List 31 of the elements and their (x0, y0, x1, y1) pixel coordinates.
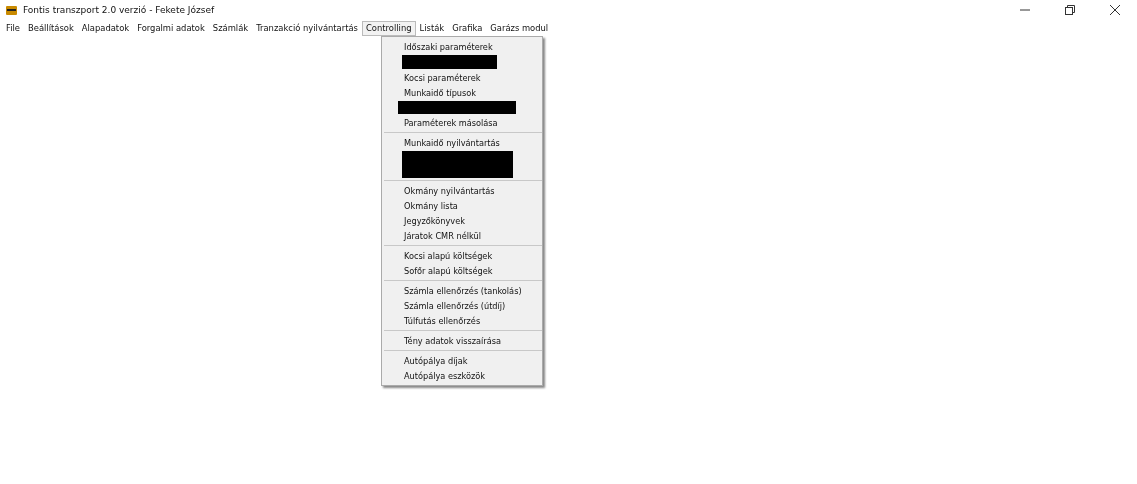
menu-entry[interactable]: Okmány nyilvántartás (382, 183, 542, 198)
menu-entry[interactable]: Számla ellenőrzés (tankolás) (382, 283, 542, 298)
menu-entry[interactable]: Túlfutás ellenőrzés (382, 313, 542, 328)
menu-item[interactable]: Beállítások (24, 20, 78, 36)
menu-item[interactable]: File (2, 20, 24, 36)
menu-entry[interactable]: Járatok CMR nélkül (382, 228, 542, 243)
menu-entry[interactable]: Autópálya díjak (382, 353, 542, 368)
menu-entry[interactable]: Paraméterek másolása (382, 115, 542, 130)
restore-icon (1064, 5, 1075, 15)
menu-entry[interactable]: Kocsi alapú költségek (382, 248, 542, 263)
menu-item[interactable]: Alapadatok (77, 20, 134, 36)
close-icon (1109, 5, 1120, 15)
menu-entry[interactable]: Munkaidő típusok (382, 85, 542, 100)
menu-item[interactable]: Garázs modul (486, 20, 553, 36)
menu-item[interactable]: Számlák (208, 20, 253, 36)
menu-entry[interactable]: Számla ellenőrzés (útdíj) (382, 298, 542, 313)
menu-item[interactable]: Controlling (361, 20, 416, 36)
menu-entry[interactable]: Időszaki paraméterek (382, 39, 542, 54)
menu-entry[interactable]: Kocsi paraméterek (382, 70, 542, 85)
window-title: Fontis transzport 2.0 verzió - Fekete József (23, 5, 216, 15)
menu-entry[interactable]: Sofőr alapú költségek (382, 263, 542, 278)
menu-entry[interactable]: Jegyzőkönyvek (382, 213, 542, 228)
menu-entry[interactable]: Autópálya eszközök (382, 368, 542, 383)
menu-item[interactable]: Tranzakció nyilvántartás (252, 20, 362, 36)
menu-item[interactable]: Forgalmi adatok (133, 20, 209, 36)
app-icon (6, 5, 17, 15)
menu-item[interactable]: Listák (415, 20, 449, 36)
menu-entry[interactable]: Munkaidő nyilvántartás (382, 135, 542, 150)
menu-entry[interactable]: Okmány lista (382, 198, 542, 213)
menu-entry[interactable]: Tény adatok visszaírása (382, 333, 542, 348)
menu-item[interactable]: Grafika (448, 20, 487, 36)
